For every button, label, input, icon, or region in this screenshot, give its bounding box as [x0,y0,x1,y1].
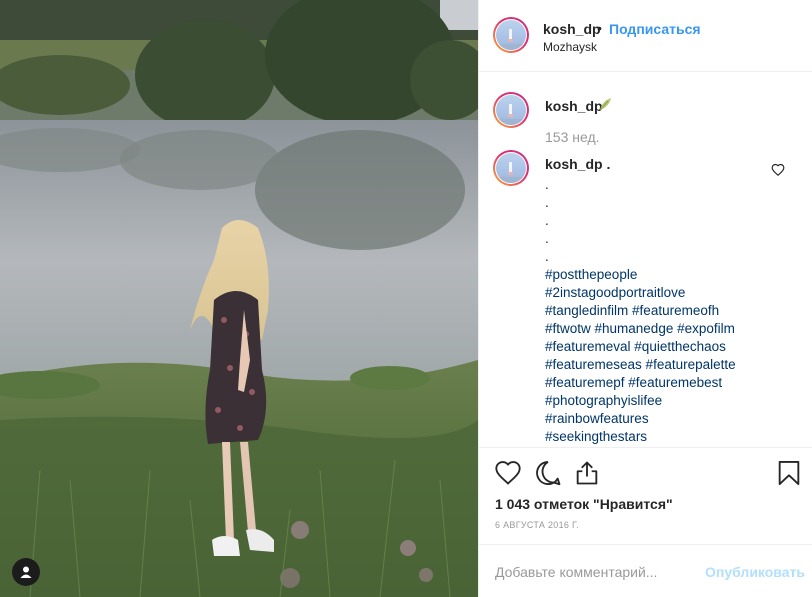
hashtag-link[interactable]: #rainbowfeatures [545,410,736,428]
time-ago[interactable]: 153 нед. [545,129,600,145]
leaf-icon [599,98,611,111]
share-icon[interactable] [573,459,601,487]
caption-dot: . [545,231,549,246]
hashtag-link[interactable]: #featuremeseas #featurepalette [545,356,736,374]
hashtag-link[interactable]: #2instagoodportraitlove [545,284,736,302]
post-sidebar: kosh_dp • Подписаться Mozhaysk kosh_dp 1… [478,0,812,597]
comment-avatar[interactable] [493,150,529,186]
comment-avatar[interactable] [493,92,529,128]
comments-list[interactable]: kosh_dp 153 нед. kosh_dp . . . . . . #po… [479,72,812,448]
author-username[interactable]: kosh_dp [543,21,601,37]
caption-text: . . . . . #postthepeople #2instagoodport… [545,176,736,446]
add-comment-bar: Опубликовать [479,544,812,597]
post-photo[interactable] [0,0,478,597]
comment-input[interactable] [495,562,695,582]
caption-dot: . [545,177,549,192]
bookmark-icon[interactable] [775,459,803,487]
separator-dot: • [597,20,602,36]
hashtag-link[interactable]: #tangledinfilm #featuremeofh [545,302,736,320]
author-avatar[interactable] [493,17,529,53]
like-comment-heart-icon[interactable] [771,163,785,177]
hashtag-link[interactable]: #featuremepf #featuremebest [545,374,736,392]
caption-dot: . [545,249,549,264]
comment-username[interactable]: kosh_dp [545,98,603,114]
post-header: kosh_dp • Подписаться Mozhaysk [479,0,812,72]
follow-button[interactable]: Подписаться [609,21,701,37]
comment-username[interactable]: kosh_dp . [545,156,610,172]
hashtag-link[interactable]: #featuremeval #quietthechaos [545,338,736,356]
post-actions: 1 043 отметок "Нравится" 6 АВГУСТА 2016 … [479,448,812,552]
hashtag-link[interactable]: #postthepeople [545,266,736,284]
tagged-user-badge[interactable] [12,558,40,586]
post-date[interactable]: 6 АВГУСТА 2016 Г. [495,520,579,530]
hashtag-link[interactable]: #ftwotw #humanedge #expofilm [545,320,736,338]
hashtag-link[interactable]: #photographyislifee [545,392,736,410]
location-link[interactable]: Mozhaysk [543,40,597,54]
comment-icon[interactable] [534,459,562,487]
publish-button[interactable]: Опубликовать [705,564,805,580]
photo-image [0,0,478,597]
heart-icon[interactable] [494,459,522,487]
caption-dot: . [545,195,549,210]
user-icon [20,566,32,578]
caption-dot: . [545,213,549,228]
likes-count[interactable]: 1 043 отметок "Нравится" [495,496,673,512]
hashtag-link[interactable]: #seekingthestars [545,428,736,446]
